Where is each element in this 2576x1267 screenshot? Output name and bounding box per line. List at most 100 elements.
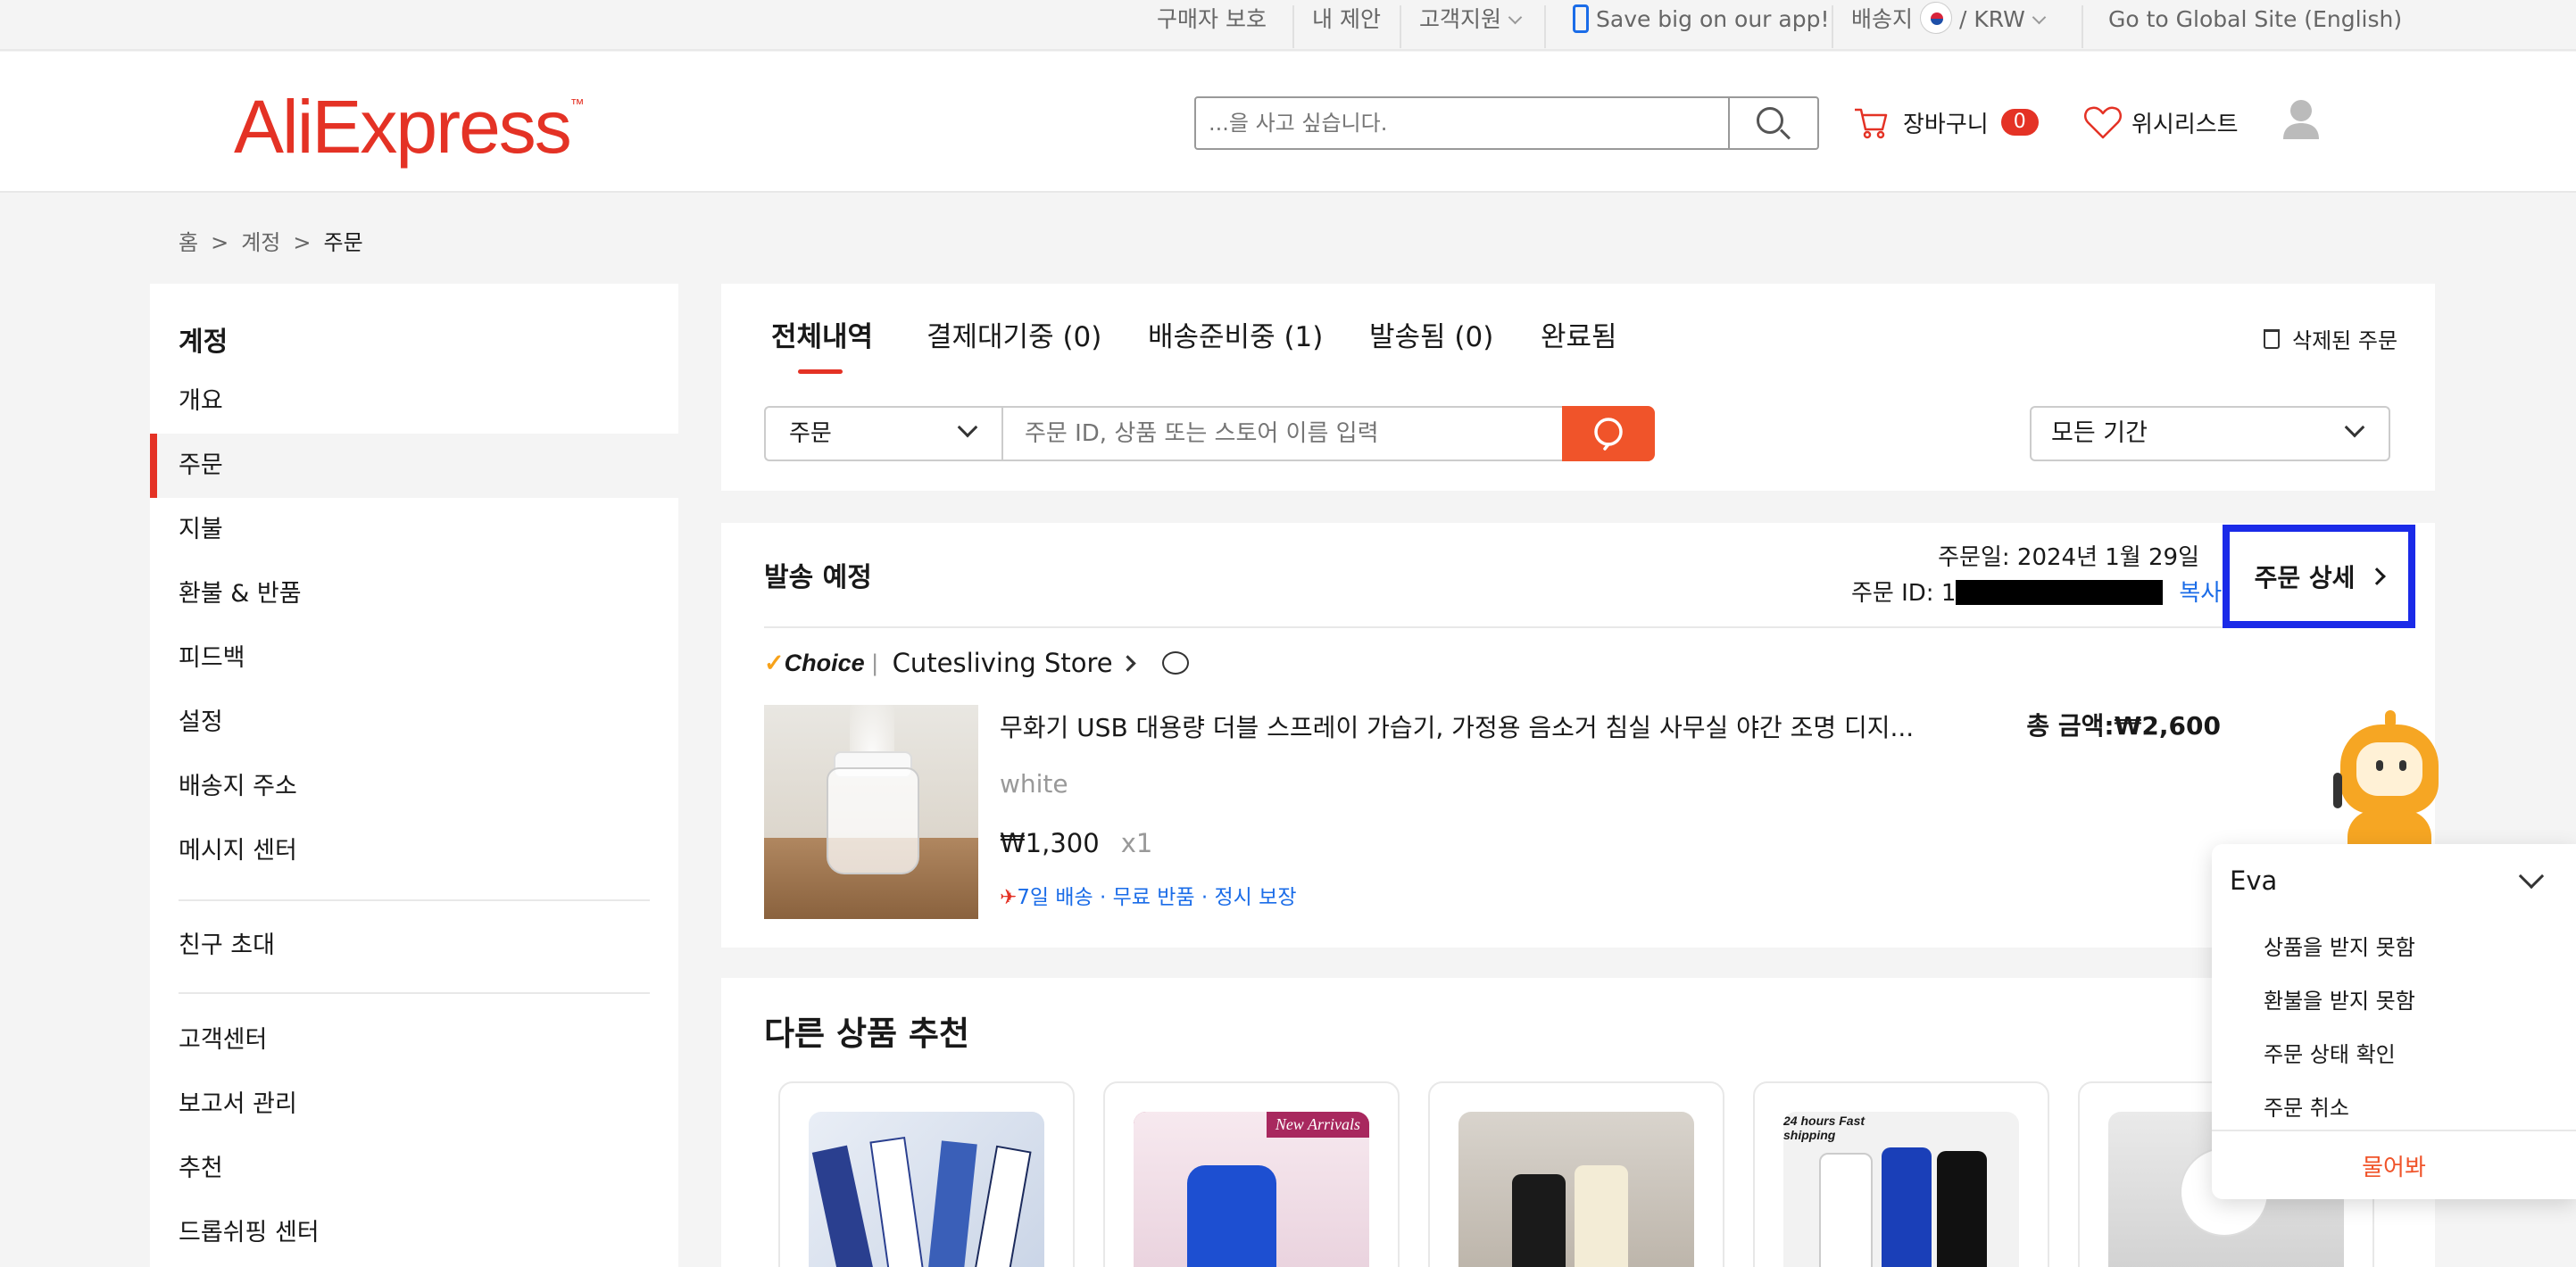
tab-all[interactable]: 전체내역 xyxy=(771,314,873,354)
ship-to-label: 배송지 xyxy=(1851,6,1914,32)
logo-text: AliExpress xyxy=(234,85,572,169)
sidebar-item-invite-friends[interactable]: 친구 초대 xyxy=(150,914,678,978)
sidebar-item-payment[interactable]: 지불 xyxy=(150,498,678,562)
cart-link[interactable]: 장바구니 0 xyxy=(1853,100,2039,145)
delivery-perks: ✈7일 배송 · 무료 반품 · 정시 보장 xyxy=(1000,880,1296,910)
divider xyxy=(1832,5,1833,48)
product-title[interactable]: 무화기 USB 대용량 더블 스프레이 가습기, 가정용 음소거 침실 사무실 … xyxy=(1000,708,1914,744)
choice-label: Choice xyxy=(784,649,865,676)
mascot-eye xyxy=(2399,760,2406,771)
sidebar-item-orders[interactable]: 주문 xyxy=(150,434,678,498)
korea-flag-icon xyxy=(1920,2,1953,34)
chevron-down-icon xyxy=(1508,10,1523,25)
order-search-button[interactable] xyxy=(1562,406,1655,461)
assistant-ask-button[interactable]: 물어봐 xyxy=(2212,1149,2576,1182)
sidebar-item-reports[interactable]: 보고서 관리 xyxy=(150,1072,678,1137)
tab-shipped[interactable]: 발송됨 (0) xyxy=(1369,314,1493,354)
redacted-order-id xyxy=(1956,579,2164,605)
active-tab-indicator xyxy=(798,369,843,374)
search-button[interactable] xyxy=(1728,98,1817,148)
assistant-option-check-status[interactable]: 주문 상태 확인 xyxy=(2264,1037,2396,1068)
order-id: 주문 ID: 1 복사 xyxy=(1851,575,2222,608)
airplane-icon: ✈ xyxy=(1000,886,1018,909)
deleted-orders-link[interactable]: 삭제된 주문 xyxy=(2264,323,2397,354)
ship-to-selector[interactable]: 배송지 / KRW xyxy=(1851,0,2047,39)
tab-completed[interactable]: 완료됨 xyxy=(1541,314,1617,354)
sock-graphic xyxy=(1575,1165,1628,1267)
breadcrumb-home[interactable]: 홈 xyxy=(179,230,198,255)
assistant-option-not-received[interactable]: 상품을 받지 못함 xyxy=(2264,930,2415,961)
currency-separator: / xyxy=(1959,6,1967,32)
recommendation-card[interactable] xyxy=(778,1081,1075,1267)
search-icon xyxy=(1757,107,1783,134)
divider xyxy=(2082,5,2083,48)
humidifier-body xyxy=(827,767,919,874)
wishlist-label: 위시리스트 xyxy=(2131,111,2239,138)
mascot-face xyxy=(2356,742,2422,796)
product-image: 24 hours Fast shipping xyxy=(1783,1112,2019,1267)
app-promo-link[interactable]: Save big on our app! xyxy=(1573,0,1829,39)
cart-label: 장바구니 xyxy=(1903,111,1989,138)
new-arrivals-badge: New Arrivals xyxy=(1266,1112,1369,1138)
sidebar-item-settings[interactable]: 설정 xyxy=(150,691,678,755)
sidebar-title: 계정 xyxy=(179,327,229,358)
global-site-link[interactable]: Go to Global Site (English) xyxy=(2108,0,2402,39)
sock-graphic xyxy=(1819,1153,1873,1267)
sidebar-item-overview[interactable]: 개요 xyxy=(150,369,678,434)
order-divider xyxy=(764,626,2223,628)
chevron-right-icon xyxy=(1118,654,1136,672)
product-image: New Arrivals xyxy=(1134,1112,1369,1267)
collapse-chevron-icon[interactable] xyxy=(2518,863,2545,890)
period-select[interactable]: 모든 기간 xyxy=(2030,406,2390,461)
product-thumbnail[interactable] xyxy=(764,705,978,919)
chevron-down-icon xyxy=(2344,417,2365,438)
product-variant: white xyxy=(1000,769,1068,799)
tab-preparing-shipment[interactable]: 배송준비중 (1) xyxy=(1148,314,1323,354)
sidebar-item-shipping-address[interactable]: 배송지 주소 xyxy=(150,755,678,819)
assistant-option-refund-not-received[interactable]: 환불을 받지 못함 xyxy=(2264,983,2415,1014)
recommendation-card[interactable]: New Arrivals xyxy=(1103,1081,1400,1267)
assistant-mascot-icon[interactable] xyxy=(2331,710,2447,846)
order-details-label: 주문 상세 xyxy=(2254,563,2356,592)
separator: | xyxy=(871,649,878,676)
assistant-divider xyxy=(2212,1130,2576,1131)
sidebar-item-refunds-returns[interactable]: 환불 & 반품 xyxy=(150,562,678,626)
site-header: AliExpress™ 장바구니 0 위시리스트 xyxy=(0,52,2576,193)
search-input[interactable] xyxy=(1196,98,1729,148)
quantity: x1 xyxy=(1120,828,1153,858)
product-price: ₩1,300 x1 xyxy=(1000,828,1152,858)
user-avatar-icon[interactable] xyxy=(2281,96,2321,141)
sidebar-item-help-center[interactable]: 고객센터 xyxy=(150,1008,678,1072)
store-link[interactable]: ✓Choice | Cutesliving Store xyxy=(764,648,1189,678)
tab-awaiting-payment[interactable]: 결제대기중 (0) xyxy=(927,314,1101,354)
mascot-headset xyxy=(2333,773,2342,808)
sidebar-item-feedback[interactable]: 피드백 xyxy=(150,626,678,691)
recommendation-card[interactable] xyxy=(1428,1081,1724,1267)
sock-graphic xyxy=(1882,1147,1932,1267)
chevron-right-icon xyxy=(2368,567,2387,585)
my-suggestions-link[interactable]: 내 제안 xyxy=(1312,0,1381,39)
buyer-protection-link[interactable]: 구매자 보호 xyxy=(1157,0,1267,39)
sidebar-item-message-center[interactable]: 메시지 센터 xyxy=(150,819,678,883)
order-search-input[interactable] xyxy=(1001,406,1564,461)
order-date: 주문일: 2024년 1월 29일 xyxy=(1938,544,2199,571)
price-value: ₩1,300 xyxy=(1000,828,1100,858)
sidebar-item-dropshipping[interactable]: 드롭쉬핑 센터 xyxy=(150,1201,678,1265)
recommendation-card[interactable]: 24 hours Fast shipping xyxy=(1753,1081,2049,1267)
sidebar-item-recommendations[interactable]: 추천 xyxy=(150,1137,678,1201)
sock-graphic xyxy=(1512,1174,1566,1267)
order-status: 발송 예정 xyxy=(764,562,872,593)
order-details-button[interactable]: 주문 상세 xyxy=(2223,525,2415,628)
wishlist-link[interactable]: 위시리스트 xyxy=(2083,100,2239,145)
customer-support-menu[interactable]: 고객지원 xyxy=(1419,0,1523,39)
sock-graphic xyxy=(926,1140,977,1267)
cart-count-badge: 0 xyxy=(2000,109,2039,136)
chevron-down-icon xyxy=(957,417,978,438)
breadcrumb-account[interactable]: 계정 xyxy=(241,230,280,255)
assistant-option-cancel-order[interactable]: 주문 취소 xyxy=(2264,1090,2349,1122)
chat-icon[interactable] xyxy=(1161,651,1189,675)
sidebar-divider xyxy=(179,899,650,901)
aliexpress-logo[interactable]: AliExpress™ xyxy=(234,89,585,164)
copy-order-id-button[interactable]: 복사 xyxy=(2179,580,2222,607)
filter-type-select[interactable]: 주문 xyxy=(764,406,1003,461)
